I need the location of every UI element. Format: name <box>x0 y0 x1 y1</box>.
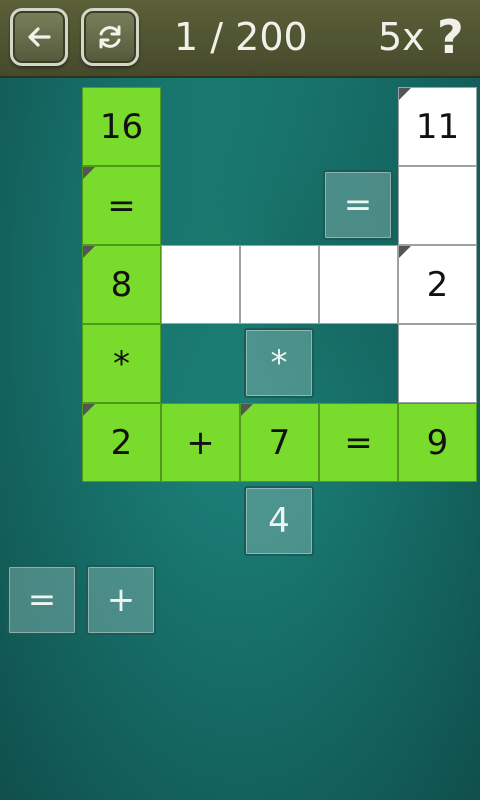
tray-tile-plus[interactable]: + <box>86 565 156 635</box>
cell-r1c1: 16 <box>82 87 161 166</box>
cell-r3c1: 8 <box>82 245 161 324</box>
cell-r3c4-empty[interactable] <box>319 245 398 324</box>
cell-r5c4: = <box>319 403 398 482</box>
cell-r5c5: 9 <box>398 403 477 482</box>
tile-number-4[interactable]: 4 <box>244 486 314 556</box>
refresh-icon <box>99 25 121 49</box>
multiplier-label: 5x <box>378 15 425 59</box>
tile-equals[interactable]: = <box>323 170 393 240</box>
help-button[interactable]: ? <box>437 8 464 66</box>
back-arrow-icon <box>28 27 51 47</box>
cell-r5c1: 2 <box>82 403 161 482</box>
restart-button[interactable] <box>81 8 139 66</box>
cell-r3c3-empty[interactable] <box>240 245 319 324</box>
cell-r2c1: = <box>82 166 161 245</box>
back-button[interactable] <box>10 8 68 66</box>
cell-r4c5-empty[interactable] <box>398 324 477 403</box>
top-bar: 1 / 200 5x ? <box>0 0 480 78</box>
tray-tile-equals[interactable]: = <box>7 565 77 635</box>
cell-r5c2: + <box>161 403 240 482</box>
cell-r5c3: 7 <box>240 403 319 482</box>
cell-r1c5: 11 <box>398 87 477 166</box>
cell-r3c5: 2 <box>398 245 477 324</box>
cell-r4c1: * <box>82 324 161 403</box>
tile-multiply[interactable]: * <box>244 328 314 398</box>
level-counter: 1 / 200 <box>174 15 308 59</box>
cell-r2c5-empty[interactable] <box>398 166 477 245</box>
cell-r3c2-empty[interactable] <box>161 245 240 324</box>
